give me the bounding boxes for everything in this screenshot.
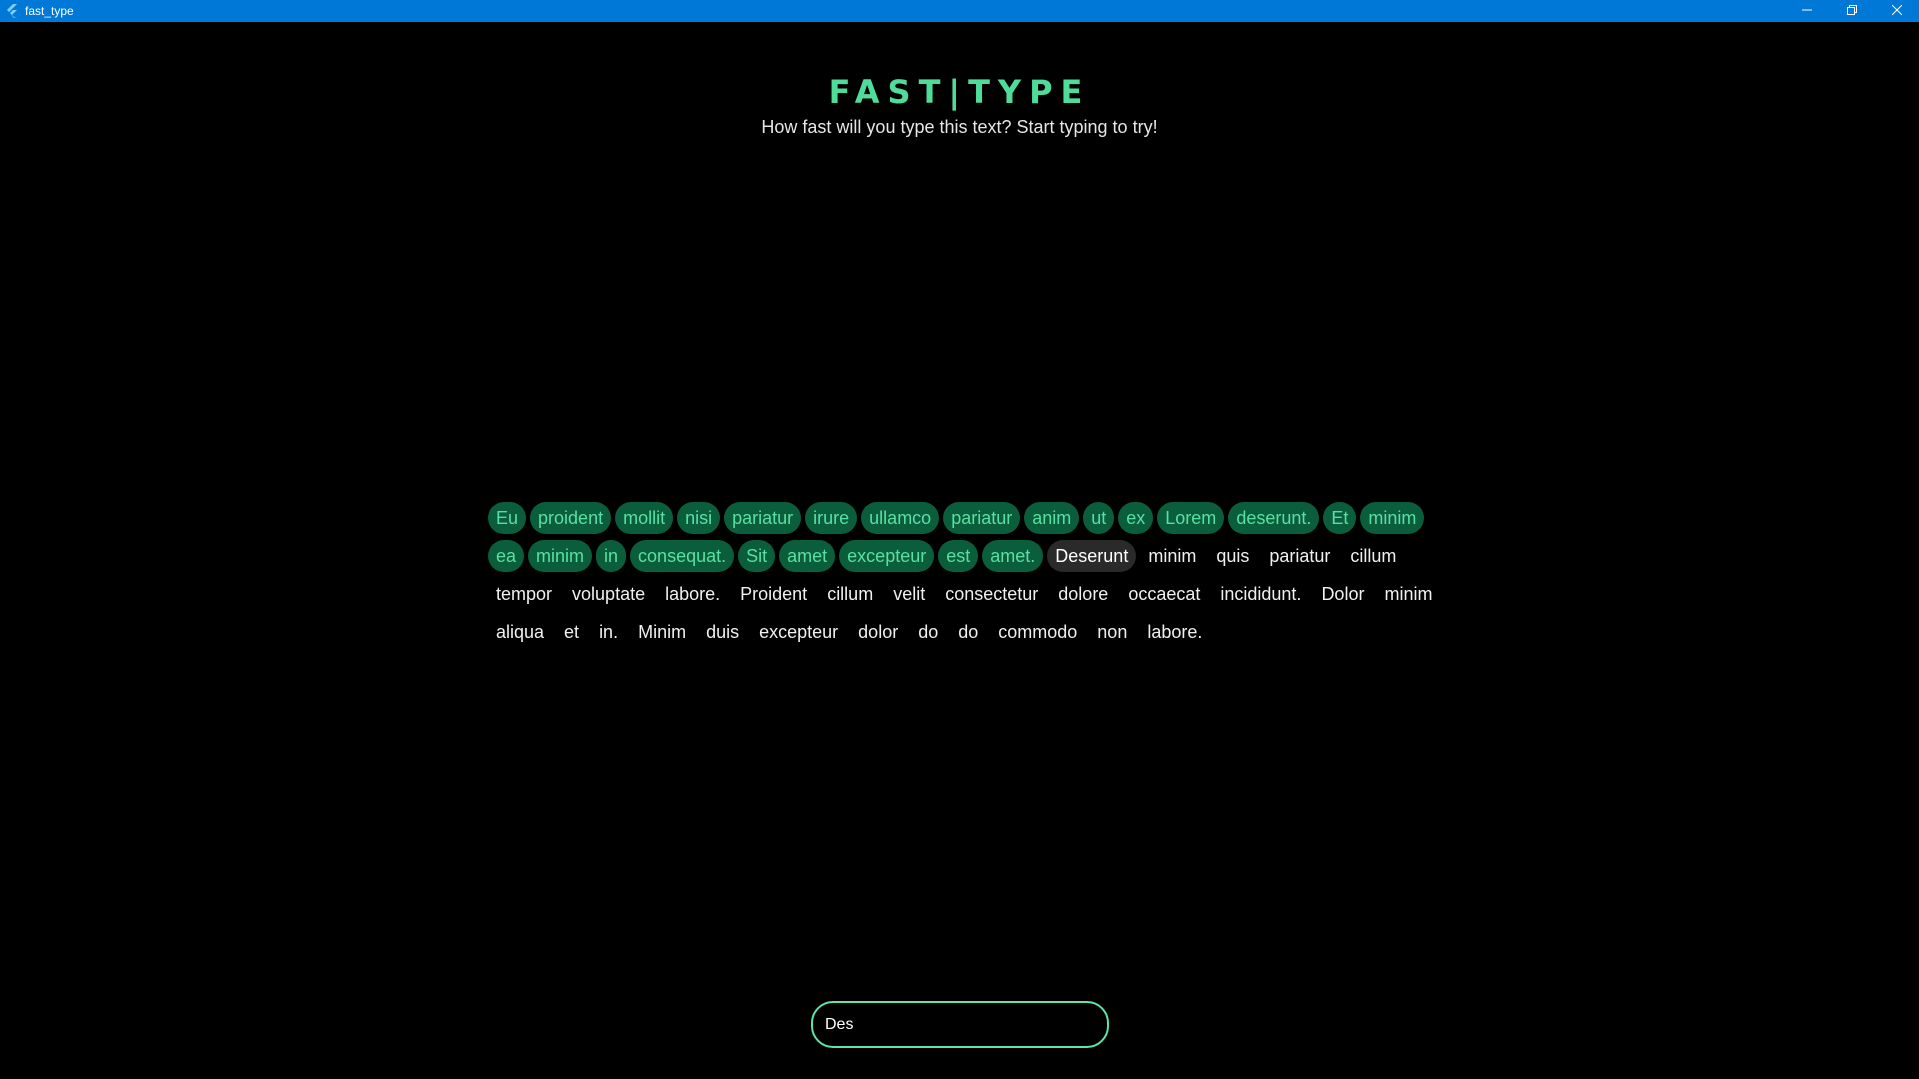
word-pending: quis	[1216, 546, 1250, 566]
minimize-button[interactable]	[1784, 0, 1829, 22]
word-done: mollit	[615, 502, 674, 534]
word-done: consequat.	[630, 540, 735, 572]
window-title: fast_type	[25, 4, 74, 18]
word-pending: Proident	[740, 584, 808, 604]
word-pending: Minim	[638, 622, 687, 642]
word-pending: labore.	[1147, 622, 1203, 642]
word-pending: do	[958, 622, 979, 642]
restore-icon	[1846, 2, 1857, 20]
close-icon	[1891, 2, 1902, 20]
word-done: ex	[1118, 502, 1154, 534]
word-done: in	[596, 540, 627, 572]
word-pending: non	[1097, 622, 1128, 642]
word-done: anim	[1024, 502, 1080, 534]
word-pending: duis	[706, 622, 740, 642]
word-pending: cillum	[1350, 546, 1397, 566]
word-done: deserunt.	[1228, 502, 1320, 534]
word-pending: Dolor	[1321, 584, 1365, 604]
app-window: fast_type FAST|TYPE How fast will you ty…	[0, 0, 1919, 1079]
typing-input-container	[811, 1001, 1109, 1048]
word-pending: labore.	[665, 584, 721, 604]
word-pending: minim	[1384, 584, 1433, 604]
word-pending: excepteur	[759, 622, 839, 642]
word-done: nisi	[677, 502, 721, 534]
window-controls	[1784, 0, 1919, 22]
word-pending: aliqua	[496, 622, 545, 642]
close-button[interactable]	[1874, 0, 1919, 22]
subtitle: How fast will you type this text? Start …	[761, 117, 1158, 137]
word-done: Lorem	[1157, 502, 1225, 534]
word-pending: pariatur	[1269, 546, 1331, 566]
word-pending: tempor	[496, 584, 553, 604]
word-done: est	[938, 540, 979, 572]
word-pending: velit	[893, 584, 926, 604]
word-done: Eu	[488, 502, 527, 534]
word-pending: dolor	[858, 622, 899, 642]
word-done: minim	[1360, 502, 1425, 534]
typing-input[interactable]	[811, 1001, 1109, 1048]
app-header: FAST|TYPE How fast will you type this te…	[0, 72, 1919, 138]
flutter-app-icon	[4, 3, 20, 19]
word-done: ut	[1083, 502, 1115, 534]
word-pending: voluptate	[572, 584, 646, 604]
word-pending: in.	[599, 622, 619, 642]
word-pending: minim	[1148, 546, 1197, 566]
word-list: Eu proident mollit nisi pariatur irure ullamco…	[488, 502, 1458, 648]
word-done: Sit	[738, 540, 776, 572]
word-done: ea	[488, 540, 525, 572]
word-pending: et	[564, 622, 580, 642]
title-bar[interactable]: fast_type	[0, 0, 1919, 22]
word-done: pariatur	[724, 502, 802, 534]
word-done: Et	[1323, 502, 1357, 534]
word-done: proident	[530, 502, 612, 534]
app-logo: FAST|TYPE	[828, 73, 1091, 111]
word-done: minim	[528, 540, 593, 572]
word-pending: do	[918, 622, 939, 642]
word-pending: dolore	[1058, 584, 1109, 604]
word-pending: incididunt.	[1220, 584, 1302, 604]
restore-button[interactable]	[1829, 0, 1874, 22]
word-pending: cillum	[827, 584, 874, 604]
word-done: amet	[779, 540, 836, 572]
minimize-icon	[1801, 2, 1812, 20]
word-current: Deserunt	[1047, 540, 1137, 572]
word-done: amet.	[982, 540, 1044, 572]
word-done: pariatur	[943, 502, 1021, 534]
word-done: ullamco	[861, 502, 940, 534]
word-done: irure	[805, 502, 858, 534]
word-pending: commodo	[998, 622, 1078, 642]
word-pending: occaecat	[1128, 584, 1201, 604]
word-pending: consectetur	[945, 584, 1039, 604]
word-done: excepteur	[839, 540, 935, 572]
